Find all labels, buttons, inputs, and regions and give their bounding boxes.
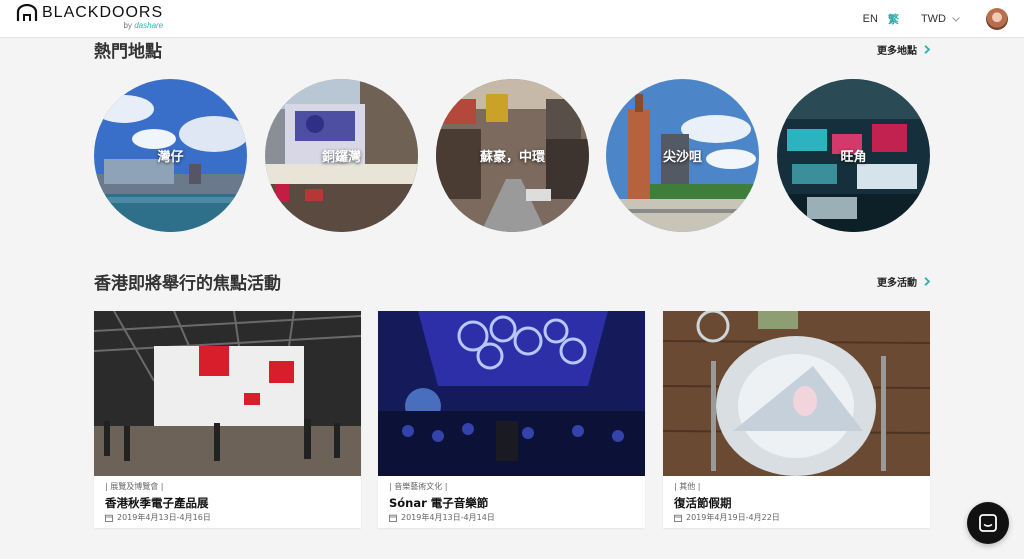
brand-text: BLACKDOORS by dashare (42, 4, 163, 30)
places-section-title: 熱門地點 (94, 42, 162, 62)
event-date: 2019年4月13日-4月16日 (105, 512, 211, 523)
calendar-icon (389, 514, 397, 522)
calendar-icon (674, 514, 682, 522)
event-date-text: 2019年4月13日-4月16日 (117, 513, 211, 522)
place-label: 灣仔 (157, 150, 184, 165)
event-card[interactable]: | 展覽及博覽會 | 香港秋季電子產品展 2019年4月13日-4月16日 (94, 311, 361, 528)
more-places-label: 更多地點 (877, 46, 917, 57)
event-title: 香港秋季電子產品展 (105, 496, 209, 510)
event-category: | 其他 | (674, 482, 701, 491)
brand-sub-name: dashare (134, 21, 164, 30)
chevron-right-icon (924, 277, 930, 286)
event-date-text: 2019年4月19日-4月22日 (686, 513, 780, 522)
more-events-link[interactable]: 更多活動 (877, 274, 930, 289)
place-tsim-sha-tsui[interactable]: 尖沙咀 (606, 79, 759, 232)
popular-places-list: 灣仔 銅鑼灣 蘇豪，中環 尖沙咀 旺角 (94, 79, 930, 232)
chat-button[interactable] (967, 502, 1009, 544)
more-places-link[interactable]: 更多地點 (877, 42, 930, 57)
event-title: Sónar 電子音樂節 (389, 496, 489, 510)
language-en-option[interactable]: EN (863, 13, 878, 25)
language-zh-option[interactable]: 繁 (888, 11, 899, 27)
top-navigation-bar: BLACKDOORS by dashare EN 繁 TWD (0, 0, 1024, 38)
event-image (378, 311, 645, 476)
place-causeway-bay[interactable]: 銅鑼灣 (265, 79, 418, 232)
events-section-header: 香港即將舉行的焦點活動 更多活動 (94, 269, 930, 294)
currency-selector[interactable]: TWD (921, 13, 960, 25)
place-wanchai[interactable]: 灣仔 (94, 79, 247, 232)
header-actions: EN 繁 TWD (863, 0, 1008, 38)
calendar-icon (105, 514, 113, 522)
event-date-text: 2019年4月13日-4月14日 (401, 513, 495, 522)
place-soho-central[interactable]: 蘇豪，中環 (436, 79, 589, 232)
event-title: 復活節假期 (674, 496, 732, 510)
easter-table-image (663, 311, 930, 476)
chevron-right-icon (924, 45, 930, 54)
brand-subtitle: by dashare (42, 21, 164, 30)
brand-name: BLACKDOORS (42, 4, 164, 21)
user-avatar[interactable] (986, 8, 1008, 30)
exhibition-hall-image (94, 311, 361, 476)
event-date: 2019年4月19日-4月22日 (674, 512, 780, 523)
place-label: 蘇豪，中環 (479, 150, 545, 165)
event-date: 2019年4月13日-4月14日 (389, 512, 495, 523)
place-label: 旺角 (840, 150, 867, 165)
event-card[interactable]: | 音樂藝術文化 | Sónar 電子音樂節 2019年4月13日-4月14日 (378, 311, 645, 528)
events-list: | 展覽及博覽會 | 香港秋季電子產品展 2019年4月13日-4月16日 | … (94, 311, 930, 528)
place-label: 銅鑼灣 (321, 150, 361, 165)
concert-image (378, 311, 645, 476)
event-image (663, 311, 930, 476)
event-card[interactable]: | 其他 | 復活節假期 2019年4月19日-4月22日 (663, 311, 930, 528)
door-logo-icon (16, 4, 38, 21)
place-mong-kok[interactable]: 旺角 (777, 79, 930, 232)
events-section-title: 香港即將舉行的焦點活動 (94, 274, 281, 294)
event-category: | 展覽及博覽會 | (105, 482, 164, 491)
event-category: | 音樂藝術文化 | (389, 482, 448, 491)
more-events-label: 更多活動 (877, 278, 917, 289)
brand-logo[interactable]: BLACKDOORS by dashare (16, 4, 163, 34)
chevron-down-icon (952, 16, 960, 22)
chat-icon (979, 514, 997, 532)
brand-sub-by: by (123, 21, 132, 30)
event-image (94, 311, 361, 476)
place-label: 尖沙咀 (662, 150, 702, 165)
currency-value: TWD (920, 13, 946, 25)
places-section-header: 熱門地點 更多地點 (94, 37, 930, 62)
